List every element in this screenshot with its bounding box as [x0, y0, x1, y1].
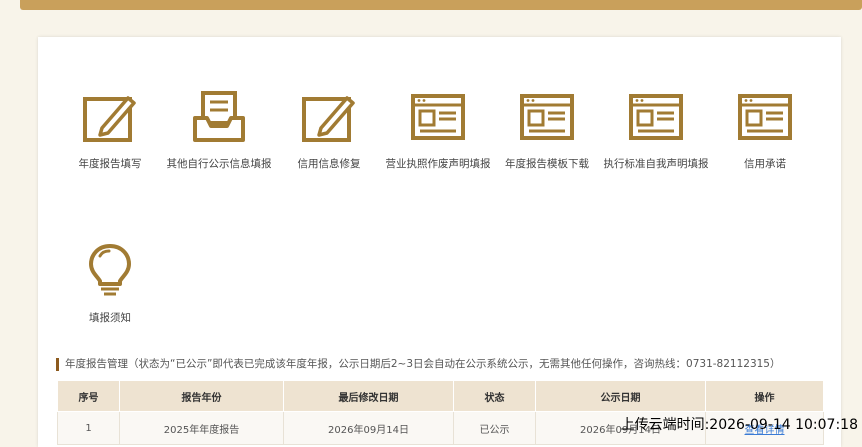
tile-label: 营业执照作废声明填报 — [385, 158, 491, 170]
table-header-row: 序号 报告年份 最后修改日期 状态 公示日期 操作 — [57, 380, 824, 412]
document-window-icon — [520, 94, 574, 140]
tile-license-void-statement[interactable]: 营业执照作废声明填报 — [383, 90, 493, 171]
column-header-report-year: 报告年份 — [119, 380, 284, 412]
lightbulb-icon — [89, 244, 131, 296]
tile-label: 信用承诺 — [744, 158, 786, 170]
tile-other-disclosure[interactable]: 其他自行公示信息填报 — [164, 90, 274, 171]
inbox-icon — [193, 91, 245, 142]
section-title-annual-report-management: 年度报告管理（状态为“已公示”即代表已完成该年度年报，公示日期后2~3日会自动在… — [56, 358, 781, 371]
tile-label: 年度报告填写 — [78, 158, 142, 170]
tile-report-template-download[interactable]: 年度报告模板下载 — [492, 90, 602, 171]
column-header-index: 序号 — [57, 380, 120, 412]
tile-filing-instructions[interactable]: 填报须知 — [55, 242, 165, 325]
tile-label: 年度报告模板下载 — [505, 158, 589, 170]
column-header-status: 状态 — [453, 380, 536, 412]
column-header-action: 操作 — [705, 380, 824, 412]
tile-credit-repair[interactable]: 信用信息修复 — [274, 90, 384, 171]
column-header-publish-date: 公示日期 — [535, 380, 706, 412]
edit-icon — [83, 96, 136, 142]
upload-timestamp-watermark: 上传云端时间:2026-09-14 10:07:18 — [620, 417, 858, 433]
tile-credit-commitment[interactable]: 信用承诺 — [710, 90, 820, 171]
annual-report-table: 序号 报告年份 最后修改日期 状态 公示日期 操作 1 2025年年度报告 20… — [57, 380, 824, 445]
tile-label: 信用信息修复 — [297, 158, 361, 170]
column-header-last-modified: 最后修改日期 — [283, 380, 454, 412]
edit-icon — [302, 96, 355, 142]
document-window-icon — [738, 94, 792, 140]
tile-label: 其他自行公示信息填报 — [166, 158, 272, 170]
tile-standard-self-declaration[interactable]: 执行标准自我声明填报 — [601, 90, 711, 171]
document-window-icon — [411, 94, 465, 140]
document-window-icon — [629, 94, 683, 140]
tile-annual-report-fill[interactable]: 年度报告填写 — [55, 90, 165, 171]
tile-label: 填报须知 — [89, 312, 131, 324]
tile-label: 执行标准自我声明填报 — [603, 158, 709, 170]
top-bar — [20, 0, 862, 10]
